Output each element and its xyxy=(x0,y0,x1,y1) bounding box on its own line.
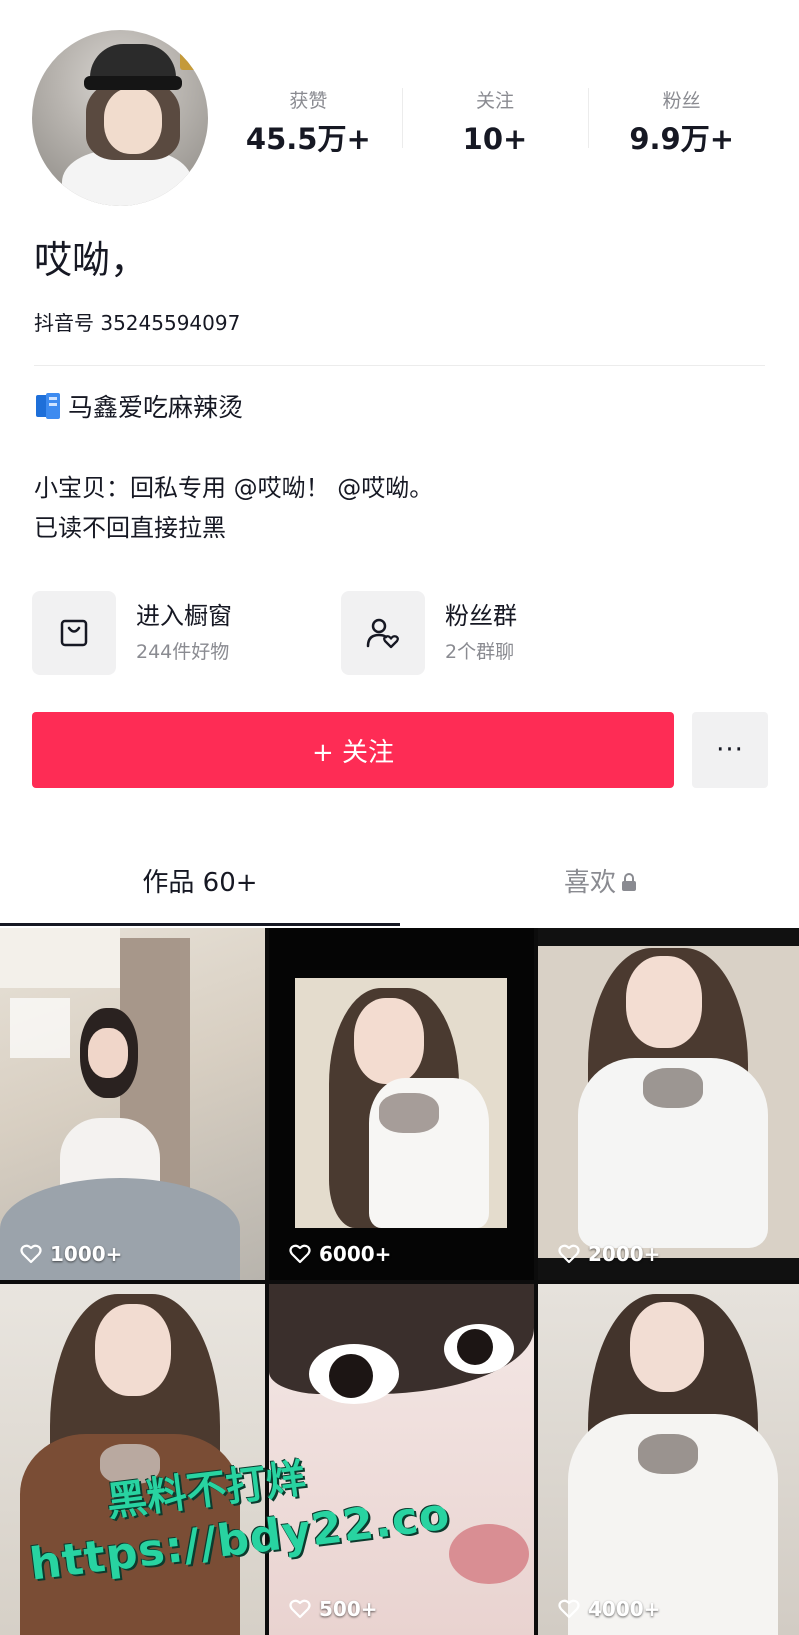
user-heart-icon xyxy=(366,618,399,649)
lock-icon xyxy=(622,873,636,891)
divider xyxy=(34,365,765,366)
video-tile-3[interactable]: 2000+ xyxy=(538,928,799,1280)
fan-group-icon-box xyxy=(341,591,425,675)
tab-likes-label: 喜欢 xyxy=(563,867,616,898)
shop-window-card[interactable]: 进入橱窗 244件好物 xyxy=(32,590,232,676)
shop-card-sub: 244件好物 xyxy=(136,641,230,663)
follow-button[interactable]: + 关注 xyxy=(32,712,674,788)
profile-header: 获赞 45.5万+ 关注 10+ 粉丝 9.9万+ xyxy=(0,0,799,220)
stat-following[interactable]: 关注 10+ xyxy=(401,88,589,178)
fan-group-sub: 2个群聊 xyxy=(445,641,515,663)
like-count-text: 6000+ xyxy=(319,1242,392,1266)
heart-icon xyxy=(289,1244,311,1264)
video-like-count: 6000+ xyxy=(289,1242,391,1266)
video-like-count: 1000+ xyxy=(20,1242,122,1266)
shop-icon-box xyxy=(32,591,116,675)
tab-works-label: 作品 60+ xyxy=(142,867,258,898)
stat-followers-value: 9.9万+ xyxy=(629,122,735,156)
tab-likes[interactable]: 喜欢 xyxy=(400,836,799,924)
fan-group-title: 粉丝群 xyxy=(445,602,517,630)
heart-icon xyxy=(558,1599,580,1619)
stat-followers[interactable]: 粉丝 9.9万+ xyxy=(588,88,775,178)
stat-likes-value: 45.5万+ xyxy=(245,122,371,156)
active-tab-indicator xyxy=(0,923,400,926)
stat-likes-label: 获赞 xyxy=(289,90,328,112)
shopping-bag-icon xyxy=(60,619,88,647)
video-tile-1[interactable]: 1000+ xyxy=(0,928,265,1280)
video-like-count: 4000+ xyxy=(558,1597,660,1621)
profile-nickname: 哎呦， xyxy=(34,238,149,282)
more-options-button[interactable]: ··· xyxy=(692,712,768,788)
profile-stats: 获赞 45.5万+ 关注 10+ 粉丝 9.9万+ xyxy=(215,88,775,178)
bio-line-1: 小宝贝：回私专用 @哎呦！ @哎呦。 xyxy=(34,474,434,502)
avatar-hat-band xyxy=(84,76,182,90)
stat-followers-label: 粉丝 xyxy=(662,90,701,112)
profile-link[interactable]: 马鑫爱吃麻辣烫 xyxy=(34,386,243,426)
douyin-id[interactable]: 抖音号 35245594097 xyxy=(34,308,240,338)
like-count-text: 1000+ xyxy=(50,1242,123,1266)
avatar[interactable] xyxy=(32,30,208,206)
heart-icon xyxy=(289,1599,311,1619)
books-icon xyxy=(34,391,64,421)
avatar-face xyxy=(104,88,162,154)
tab-works[interactable]: 作品 60+ xyxy=(0,836,400,924)
stat-following-label: 关注 xyxy=(476,90,515,112)
video-like-count: 500+ xyxy=(289,1597,378,1621)
heart-icon xyxy=(558,1244,580,1264)
profile-link-text: 马鑫爱吃麻辣烫 xyxy=(68,393,244,422)
like-count-text: 2000+ xyxy=(588,1242,661,1266)
video-tile-6[interactable]: 4000+ xyxy=(538,1284,799,1635)
shop-card-title: 进入橱窗 xyxy=(136,602,232,630)
fan-group-card[interactable]: 粉丝群 2个群聊 xyxy=(341,590,517,676)
video-tile-2[interactable]: 6000+ xyxy=(269,928,534,1280)
heart-icon xyxy=(20,1244,42,1264)
avatar-hat-badge xyxy=(180,50,200,70)
stat-following-value: 10+ xyxy=(462,122,528,156)
like-count-text: 500+ xyxy=(319,1597,378,1621)
video-like-count: 2000+ xyxy=(558,1242,660,1266)
content-tabs: 作品 60+ 喜欢 xyxy=(0,836,799,926)
like-count-text: 4000+ xyxy=(588,1597,661,1621)
bio-line-2: 已读不回直接拉黑 xyxy=(34,514,226,542)
profile-bio: 小宝贝：回私专用 @哎呦！ @哎呦。 已读不回直接拉黑 xyxy=(34,468,433,548)
stat-likes: 获赞 45.5万+ xyxy=(215,88,402,178)
